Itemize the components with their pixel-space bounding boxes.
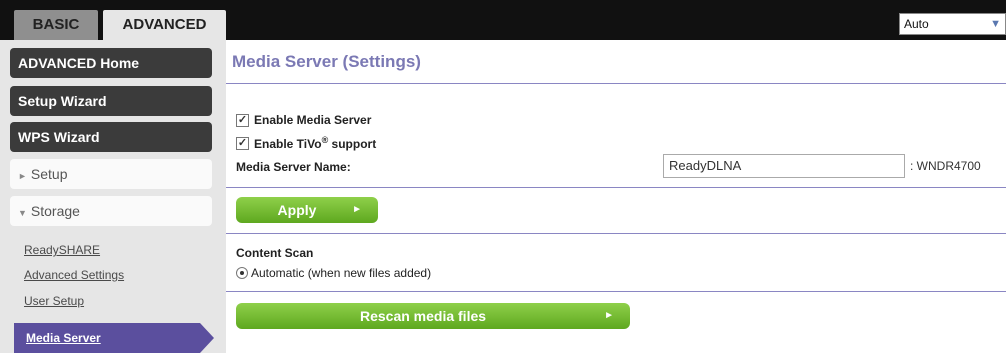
enable-media-server-row: ✓ Enable Media Server	[236, 113, 371, 127]
main-content: Media Server (Settings) ✓ Enable Media S…	[226, 40, 1006, 353]
arrow-right-icon: ►	[352, 204, 362, 215]
enable-media-server-label: Enable Media Server	[254, 113, 372, 127]
sidebar-item-setup-wizard[interactable]: Setup Wizard	[10, 86, 212, 116]
sidebar-item-storage[interactable]: ▼ Storage	[10, 196, 212, 226]
divider	[226, 233, 1006, 234]
enable-tivo-label: Enable TiVo® support	[254, 135, 377, 151]
sidebar-subitem-user-setup[interactable]: User Setup	[24, 294, 84, 308]
automatic-scan-label: Automatic (when new files added)	[251, 266, 432, 280]
server-name-suffix: : WNDR4700	[910, 159, 981, 173]
collapse-arrow-icon: ▼	[18, 208, 27, 218]
sidebar-item-label: Setup	[30, 166, 68, 182]
language-select-value: Auto	[904, 17, 929, 31]
tab-basic[interactable]: BASIC	[14, 10, 98, 40]
sidebar: ADVANCED Home Setup Wizard WPS Wizard ► S…	[0, 40, 226, 353]
page-title: Media Server (Settings)	[232, 52, 421, 71]
automatic-scan-radio[interactable]	[236, 267, 248, 279]
expand-arrow-icon: ►	[18, 171, 27, 181]
sidebar-subitem-advanced-settings[interactable]: Advanced Settings	[24, 268, 124, 282]
content-scan-label: Content Scan	[236, 246, 314, 260]
apply-button[interactable]: Apply ►	[236, 197, 378, 223]
divider	[226, 291, 1006, 292]
enable-media-server-checkbox[interactable]: ✓	[236, 113, 249, 127]
divider	[226, 187, 1006, 188]
sidebar-subitem-media-server[interactable]: Media Server	[14, 323, 214, 353]
server-name-label: Media Server Name:	[236, 160, 351, 174]
sidebar-item-setup[interactable]: ► Setup	[10, 159, 212, 189]
sidebar-item-wps-wizard[interactable]: WPS Wizard	[10, 122, 212, 152]
rescan-button[interactable]: Rescan media files ►	[236, 303, 630, 329]
sidebar-item-label: Storage	[30, 203, 80, 219]
sidebar-subitem-label: Media Server	[26, 331, 101, 345]
rescan-button-label: Rescan media files	[359, 308, 487, 324]
enable-tivo-row: ✓ Enable TiVo® support	[236, 135, 376, 151]
sidebar-subitem-readyshare[interactable]: ReadySHARE	[24, 243, 100, 257]
top-bar: BASIC ADVANCED Auto ▼	[0, 0, 1006, 40]
server-name-input[interactable]: ReadyDLNA	[663, 154, 905, 178]
tab-advanced[interactable]: ADVANCED	[103, 10, 226, 40]
chevron-down-icon: ▼	[990, 18, 1001, 30]
arrow-right-icon: ►	[604, 310, 614, 321]
divider	[226, 83, 1006, 84]
language-select[interactable]: Auto ▼	[899, 13, 1006, 35]
sidebar-item-advanced-home[interactable]: ADVANCED Home	[10, 48, 212, 78]
automatic-scan-row: Automatic (when new files added)	[236, 266, 431, 280]
enable-tivo-checkbox[interactable]: ✓	[236, 136, 249, 150]
apply-button-label: Apply	[277, 202, 317, 218]
